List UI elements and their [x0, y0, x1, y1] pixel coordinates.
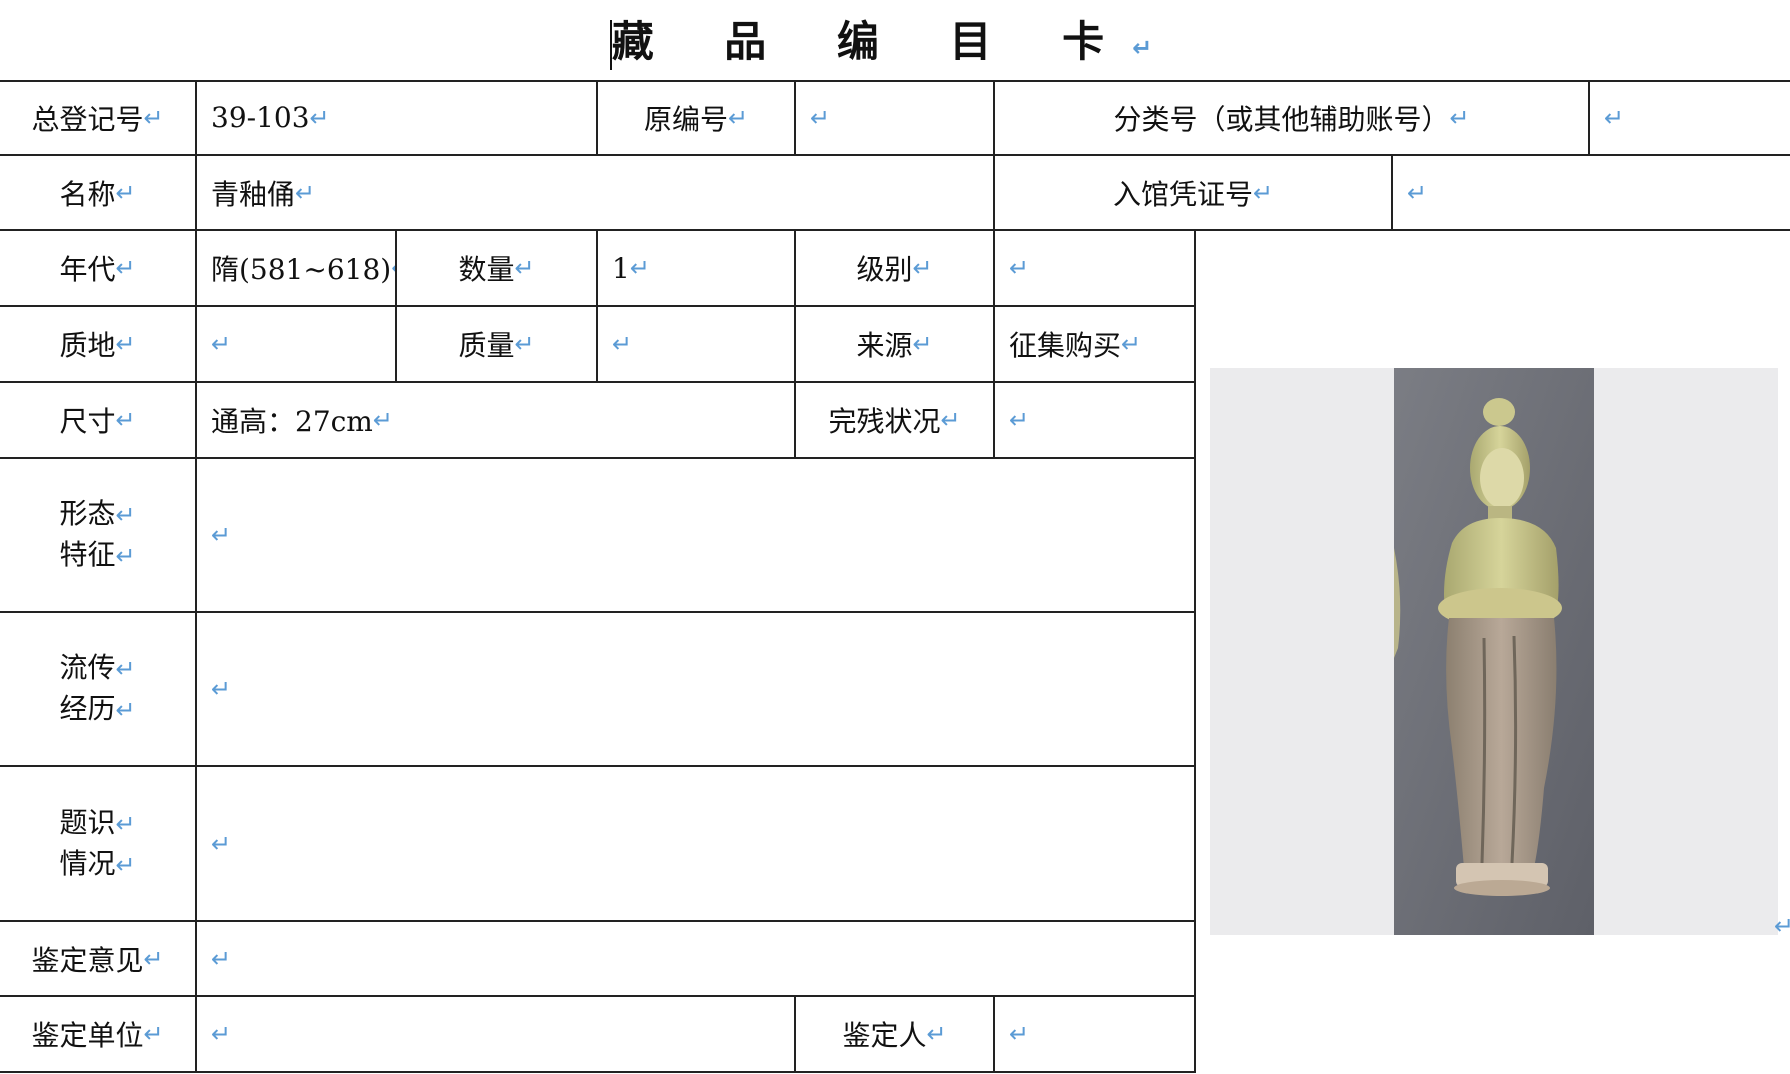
material-label: 质地 ↵ [0, 307, 197, 383]
appraiser-value[interactable]: ↵ [995, 997, 1196, 1073]
era-label: 年代 ↵ [0, 231, 197, 307]
grade-value[interactable]: ↵ [995, 231, 1196, 307]
unit-value[interactable]: ↵ [197, 997, 796, 1073]
material-value[interactable]: ↵ [197, 307, 397, 383]
size-label: 尺寸 ↵ [0, 383, 197, 459]
voucher-value[interactable]: ↵ [1393, 156, 1790, 231]
opinion-value[interactable]: ↵ [197, 922, 1196, 997]
reg-no-label: 总登记号 ↵ [0, 81, 197, 156]
qty-value[interactable]: 1 ↵ [598, 231, 796, 307]
voucher-label: 入馆凭证号 ↵ [995, 156, 1393, 231]
source-label: 来源 ↵ [796, 307, 995, 383]
size-value[interactable]: 通高：27cm ↵ [197, 383, 796, 459]
artifact-photo[interactable] [1394, 368, 1594, 935]
orig-no-value[interactable]: ↵ [796, 81, 995, 156]
opinion-label: 鉴定意见 ↵ [0, 922, 197, 997]
unit-label: 鉴定单位 ↵ [0, 997, 197, 1073]
reg-no-value[interactable]: 39-103 ↵ [197, 81, 598, 156]
appraiser-label: 鉴定人 ↵ [796, 997, 995, 1073]
inscription-value[interactable]: ↵ [197, 767, 1196, 922]
history-value[interactable]: ↵ [197, 613, 1196, 767]
condition-label: 完残状况 ↵ [796, 383, 995, 459]
era-value[interactable]: 隋(581~618)↵ [197, 231, 397, 307]
history-label: 流传↵ 经历↵ [0, 613, 197, 767]
form-label: 形态↵ 特征↵ [0, 459, 197, 613]
weight-value[interactable]: ↵ [598, 307, 796, 383]
class-no-label: 分类号（或其他辅助账号） ↵ [995, 81, 1590, 156]
inscription-label: 题识↵ 情况↵ [0, 767, 197, 922]
orig-no-label: 原编号 ↵ [598, 81, 796, 156]
name-value[interactable]: 青釉俑 ↵ [197, 156, 995, 231]
weight-label: 质量 ↵ [397, 307, 598, 383]
name-label: 名称 ↵ [0, 156, 197, 231]
class-no-value[interactable]: ↵ [1590, 81, 1790, 156]
grade-label: 级别 ↵ [796, 231, 995, 307]
condition-value[interactable]: ↵ [995, 383, 1196, 459]
card-title: 藏 品 编 目 卡↵ [0, 8, 1790, 70]
source-value[interactable]: 征集购买 ↵ [995, 307, 1196, 383]
qty-label: 数量 ↵ [397, 231, 598, 307]
form-value[interactable]: ↵ [197, 459, 1196, 613]
photo-return-mark: ↵ [1774, 912, 1790, 940]
